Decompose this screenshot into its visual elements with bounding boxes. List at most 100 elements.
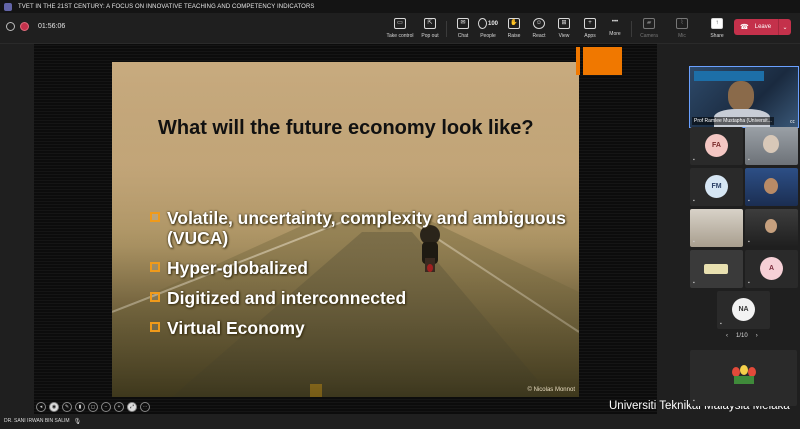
slide-title: What will the future economy look like? (158, 117, 534, 139)
mic-muted-icon: ▪ (720, 321, 722, 327)
apps-label: Apps (584, 33, 596, 39)
pop-out-label: Pop out (421, 33, 439, 39)
teams-app-icon (4, 2, 12, 11)
fullscreen-icon[interactable]: ⤢ (127, 402, 137, 412)
pop-out-icon: ⇱ (424, 18, 436, 29)
featured-participant-name: Prof Ramlee Mustapha (Universit... (692, 117, 774, 125)
presenter-name: DR. SANI IRWAN BIN SALIM (4, 418, 70, 424)
apps-button[interactable]: + Apps (576, 17, 604, 41)
participant-tile[interactable]: FM ▪ (690, 168, 743, 206)
participant-face (764, 178, 778, 194)
accent-bar-thin (576, 47, 580, 75)
bullet-text: Virtual Economy (167, 318, 305, 338)
window-title: TVET IN THE 21ST CENTURY: A FOCUS ON INN… (18, 3, 315, 10)
avatar: A (760, 257, 783, 280)
mic-muted-icon: ▪ (693, 239, 695, 245)
bullet-text: Hyper-globalized (167, 258, 308, 278)
previous-page-chevron-icon[interactable]: ‹ (726, 333, 728, 339)
people-count: 100 (487, 20, 498, 27)
more-options-icon[interactable]: ⋯ (140, 402, 150, 412)
closed-captions-icon: ㏄ (789, 119, 795, 125)
grid-view-icon: ⊞ (558, 18, 570, 29)
zoom-out-icon[interactable]: − (101, 402, 111, 412)
mic-label: Mic (678, 33, 686, 39)
presentation-slide: What will the future economy look like? … (112, 62, 579, 397)
mic-off-icon: ⌇ (676, 18, 688, 29)
highlighter-tool-icon[interactable]: ▮ (75, 402, 85, 412)
page-indicator: 1/10 (736, 333, 748, 339)
more-button[interactable]: ••• More (601, 17, 629, 41)
meeting-timer: 01:56:06 (38, 23, 66, 30)
participant-face (765, 219, 777, 233)
avatar: FA (705, 134, 728, 157)
mic-button[interactable]: ⌇ Mic (668, 17, 696, 41)
zoom-in-icon[interactable]: + (114, 402, 124, 412)
take-control-button[interactable]: ▭ Take control (386, 17, 414, 41)
bullet-box-icon (150, 292, 160, 302)
slide-bullet: Digitized and interconnected (150, 288, 570, 308)
bullet-text: Digitized and interconnected (167, 288, 407, 308)
participant-tile[interactable]: ▪ (690, 209, 743, 247)
hand-icon: ✋ (508, 18, 520, 29)
camera-off-icon: ▰ (643, 18, 655, 29)
leave-button[interactable]: ☎ Leave ⌄ (734, 19, 791, 35)
pointer-tool-icon[interactable]: ◂ (36, 402, 46, 412)
bullet-text: Volatile, uncertainty, complexity and am… (167, 208, 567, 248)
view-button[interactable]: ⊞ View (550, 17, 578, 41)
presenter-label: DR. SANI IRWAN BIN SALIM 🎙 (4, 414, 81, 428)
participant-tile[interactable]: NA ▪ (717, 291, 770, 329)
eraser-tool-icon[interactable]: ◻ (88, 402, 98, 412)
mic-muted-icon: ▪ (693, 280, 695, 286)
meeting-toolbar: 01:56:06 ▭ Take control ⇱ Pop out ✉ Chat… (0, 13, 800, 44)
mic-muted-icon: ▪ (748, 157, 750, 163)
pen-tool-icon[interactable]: ✎ (62, 402, 72, 412)
raise-hand-button[interactable]: ✋ Raise (500, 17, 528, 41)
mic-muted-icon: ▪ (748, 239, 750, 245)
presentation-controls: ◂ ◉ ✎ ▮ ◻ − + ⤢ ⋯ (36, 402, 150, 412)
pop-out-button[interactable]: ⇱ Pop out (416, 17, 444, 41)
camera-button[interactable]: ▰ Camera (635, 17, 663, 41)
photo-credit: © Nicolas Monnot (527, 387, 575, 393)
participant-tile[interactable]: A ▪ (745, 250, 798, 288)
people-label: People (480, 33, 496, 39)
participant-tile[interactable]: ▪ (690, 350, 797, 406)
mic-muted-icon: ▪ (748, 198, 750, 204)
chat-label: Chat (457, 33, 469, 39)
slide-bullet-list: Volatile, uncertainty, complexity and am… (150, 208, 570, 348)
mic-muted-icon: ▪ (693, 398, 695, 404)
chat-button[interactable]: ✉ Chat (449, 17, 477, 41)
next-page-chevron-icon[interactable]: › (756, 333, 758, 339)
accent-bar-thick (583, 47, 622, 75)
featured-participant-video[interactable]: Prof Ramlee Mustapha (Universit... ㏄ (689, 66, 799, 128)
settings-circle-icon[interactable] (6, 22, 15, 31)
mic-icon: 🎙 (73, 418, 82, 425)
participant-tile[interactable]: ▪ (745, 209, 798, 247)
apps-plus-icon: + (584, 18, 596, 29)
mic-muted-icon: ▪ (693, 157, 695, 163)
more-label: More (609, 31, 621, 37)
participant-tile[interactable]: ▪ (690, 250, 743, 288)
bullet-box-icon (150, 262, 160, 272)
participant-tile[interactable]: ▪ (745, 127, 798, 165)
participant-tile[interactable]: FA ▪ (690, 127, 743, 165)
people-button[interactable]: 100 People (474, 17, 502, 41)
leave-options-chevron-icon[interactable]: ⌄ (778, 19, 791, 35)
raise-label: Raise (507, 33, 521, 39)
phone-hangup-icon: ☎ (740, 24, 749, 31)
smiley-icon: ☺ (533, 18, 545, 29)
toolbar-divider (446, 21, 447, 37)
view-label: View (558, 33, 570, 39)
people-icon (477, 18, 487, 29)
bullet-box-icon (150, 322, 160, 332)
slide-bullet: Volatile, uncertainty, complexity and am… (150, 208, 570, 248)
participant-tile[interactable]: ▪ (745, 168, 798, 206)
take-control-label: Take control (386, 33, 414, 39)
background-banner (694, 71, 764, 81)
react-label: React (532, 33, 546, 39)
react-button[interactable]: ☺ React (525, 17, 553, 41)
select-tool-icon[interactable]: ◉ (49, 402, 59, 412)
shared-content-stage: What will the future economy look like? … (34, 44, 657, 414)
slide-bullet: Virtual Economy (150, 318, 570, 338)
share-button[interactable]: ↑ Share (703, 17, 731, 41)
mic-muted-icon: ▪ (748, 280, 750, 286)
